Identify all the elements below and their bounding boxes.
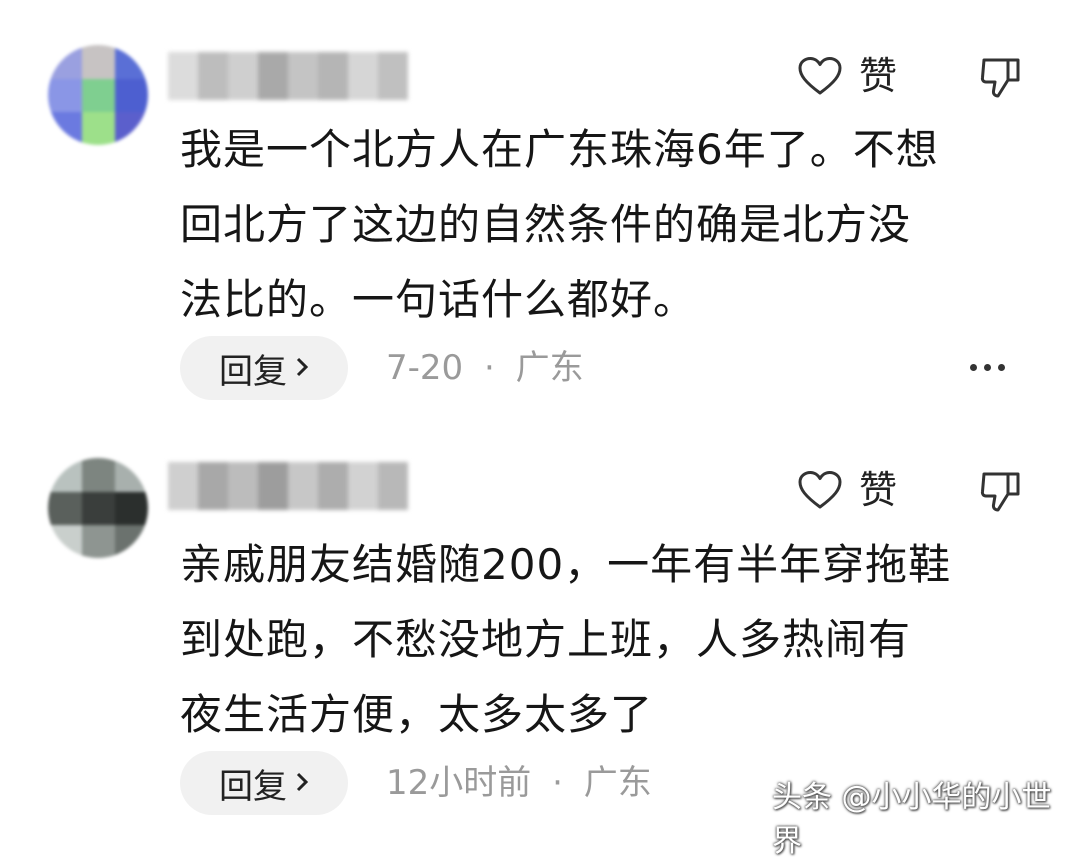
reply-label: 回复: [219, 766, 287, 807]
username-blurred[interactable]: [168, 462, 418, 510]
comment-meta: 7-20 · 广东: [386, 351, 584, 385]
like-button[interactable]: 赞: [797, 56, 897, 96]
avatar[interactable]: [48, 458, 148, 558]
comment-text: 亲戚朋友结婚随200，一年有半年穿拖鞋 到处跑，不愁没地方上班，人多热闹有 夜生…: [180, 527, 1050, 752]
reply-label: 回复: [219, 351, 287, 392]
comment-time: 12小时前: [386, 763, 532, 803]
chevron-right-icon: [295, 766, 309, 801]
dislike-button[interactable]: [978, 56, 1024, 104]
avatar[interactable]: [48, 45, 148, 145]
comment-location: 广东: [515, 348, 584, 388]
comment-meta: 12小时前 · 广东: [386, 766, 652, 800]
like-label: 赞: [859, 468, 898, 512]
reply-button[interactable]: 回复: [180, 751, 348, 815]
comment-text: 我是一个北方人在广东珠海6年了。不想 回北方了这边的自然条件的确是北方没 法比的…: [180, 112, 1050, 337]
thumbs-down-icon: [978, 472, 1024, 518]
like-button[interactable]: 赞: [797, 470, 897, 510]
thumbs-down-icon: [978, 58, 1024, 104]
comment-text-line: 法比的。一句话什么都好。: [180, 275, 697, 324]
more-dots-icon[interactable]: [970, 364, 1005, 371]
comment-text-line: 我是一个北方人在广东珠海6年了。不想: [180, 125, 939, 174]
dislike-button[interactable]: [978, 470, 1024, 518]
meta-separator: ·: [483, 348, 495, 388]
meta-separator: ·: [552, 763, 563, 803]
watermark: 头条 @小小华的小世界: [772, 780, 1052, 859]
heart-icon: [797, 56, 843, 96]
comment-text-line: 回北方了这边的自然条件的确是北方没: [180, 200, 912, 249]
comment-text-line: 夜生活方便，太多太多了: [180, 690, 654, 739]
username-blurred[interactable]: [168, 52, 418, 100]
comment-time: 7-20: [386, 348, 464, 388]
heart-icon: [797, 470, 843, 510]
comment-text-line: 到处跑，不愁没地方上班，人多热闹有: [180, 615, 912, 664]
chevron-right-icon: [295, 351, 309, 386]
like-label: 赞: [859, 54, 898, 98]
comment-text-line: 亲戚朋友结婚随200，一年有半年穿拖鞋: [180, 540, 952, 589]
reply-button[interactable]: 回复: [180, 336, 348, 400]
comment-location: 广东: [583, 763, 652, 803]
